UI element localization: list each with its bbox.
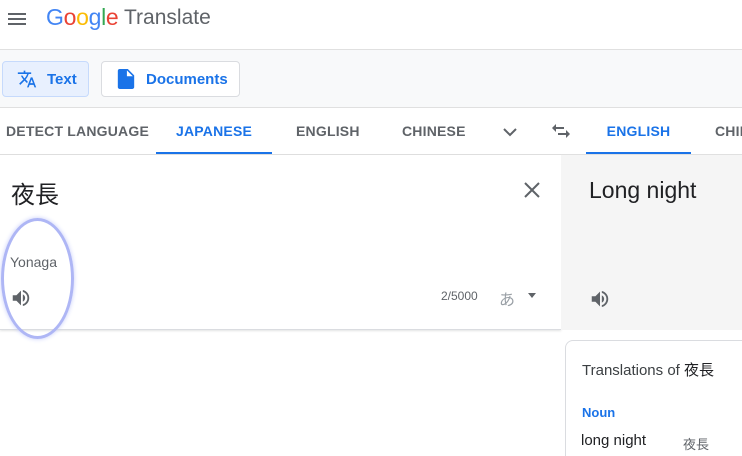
tab-target-english[interactable]: ENGLISH [586, 108, 691, 154]
product-name[interactable]: Translate [124, 6, 211, 30]
close-icon[interactable] [521, 179, 543, 201]
character-count: 2/5000 [441, 289, 478, 303]
chevron-down-icon[interactable] [500, 122, 520, 142]
translate-icon [17, 69, 37, 89]
menu-icon[interactable] [8, 11, 28, 27]
document-icon [116, 69, 136, 89]
tab-target-chinese[interactable]: CHIN [715, 108, 742, 154]
translation-entry-source: 夜長 [683, 437, 710, 452]
card-title: Translations of 夜長 [582, 362, 715, 379]
translation-output: Long night [589, 177, 697, 203]
dropdown-caret-icon[interactable] [528, 293, 536, 298]
app-header: Google Translate [0, 0, 742, 50]
text-mode-label: Text [47, 70, 77, 88]
input-tools-button[interactable]: あ [499, 286, 515, 310]
source-panel: 夜長 Yonaga 2/5000 あ [0, 155, 561, 330]
documents-mode-label: Documents [146, 70, 228, 88]
swap-icon[interactable] [550, 121, 572, 141]
text-mode-button[interactable]: Text [2, 61, 89, 97]
part-of-speech: Noun [582, 405, 616, 420]
romanization-text: Yonaga [10, 254, 57, 270]
source-input[interactable]: 夜長 [11, 175, 59, 210]
tab-japanese[interactable]: JAPANESE [156, 108, 272, 154]
translation-entry[interactable]: long night [581, 432, 646, 449]
speaker-icon[interactable] [10, 287, 32, 309]
tab-detect-language[interactable]: DETECT LANGUAGE [6, 108, 149, 154]
mode-bar: Text Documents [0, 50, 742, 108]
translations-card: Translations of 夜長 Noun long night 夜長 [565, 340, 742, 456]
target-panel: Long night [561, 155, 742, 330]
google-logo[interactable]: Google [46, 4, 119, 31]
documents-mode-button[interactable]: Documents [101, 61, 240, 97]
speaker-icon[interactable] [589, 288, 611, 310]
tab-english[interactable]: ENGLISH [296, 108, 360, 154]
tab-chinese[interactable]: CHINESE [402, 108, 466, 154]
language-bar: DETECT LANGUAGE JAPANESE ENGLISH CHINESE… [0, 108, 742, 155]
